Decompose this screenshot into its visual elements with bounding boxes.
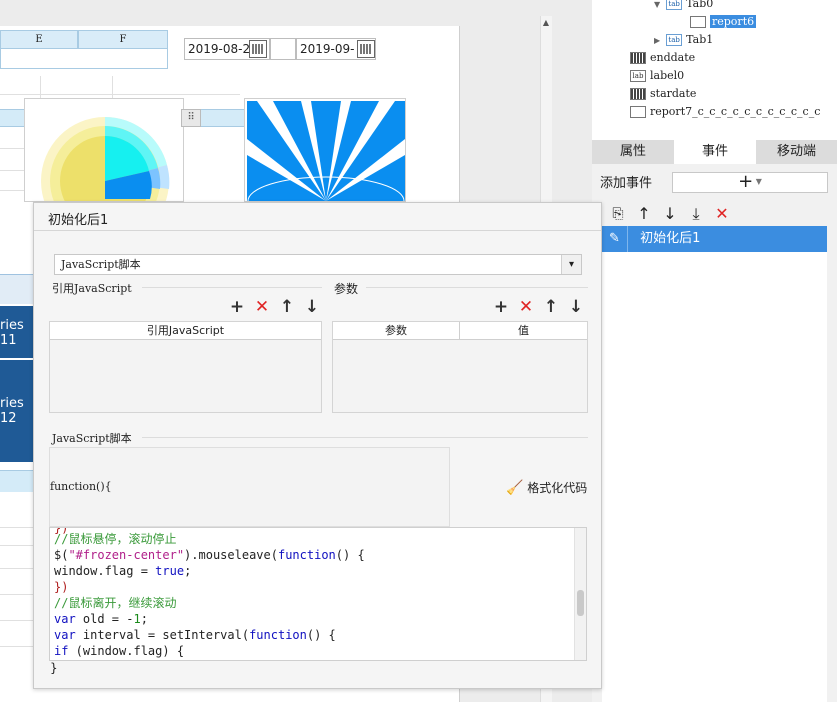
- code-line: //鼠标离开，继续滚动: [54, 596, 177, 610]
- event-dialog: 初始化后1 JavaScript脚本 ▾ 引用JavaScript + ✕ ↑ …: [33, 202, 602, 689]
- code-line: var interval = setInterval(function() {: [54, 628, 336, 642]
- calendar-icon: [630, 52, 646, 64]
- date-separator-box: [270, 38, 296, 60]
- params-table[interactable]: 参数 值: [332, 321, 588, 413]
- event-toolbar: ⎘ ↑ ↓ ⤓ ✕: [592, 202, 837, 226]
- right-panel: ▼ tab Tab0 report6 ▶ tab Tab1 enddate lab lab…: [592, 0, 837, 702]
- dialog-divider: [34, 230, 601, 231]
- tree-item-report7[interactable]: report7_c_c_c_c_c_c_c_c_c_c_c: [630, 103, 820, 121]
- column-header-f[interactable]: F: [78, 30, 168, 49]
- scrollbar-thumb[interactable]: [577, 590, 584, 616]
- component-tree: ▼ tab Tab0 report6 ▶ tab Tab1 enddate lab lab…: [592, 0, 837, 140]
- report-icon: [690, 16, 706, 28]
- calendar-icon[interactable]: [249, 40, 267, 58]
- edit-icon[interactable]: ✎: [602, 226, 628, 252]
- grid-line: [0, 527, 34, 528]
- pie-chart: [41, 116, 170, 201]
- tab-icon: tab: [666, 34, 683, 46]
- editor-scrollbar[interactable]: [574, 528, 586, 660]
- tree-item-tab1[interactable]: ▶ tab Tab1: [654, 31, 713, 49]
- group-line: [142, 287, 322, 288]
- grid-line: [0, 190, 24, 191]
- code-line: var old = -1;: [54, 612, 148, 626]
- code-line: window.flag = true;: [54, 564, 192, 578]
- grid-line: [0, 148, 24, 149]
- canvas-top-margin: [0, 0, 592, 22]
- refs-group-label: 引用JavaScript: [52, 282, 132, 295]
- code-editor[interactable]: }) //鼠标悬停，滚动停止 $("#frozen-center").mouse…: [49, 527, 587, 661]
- series-label-12: ries 12: [0, 360, 34, 462]
- column-header-e[interactable]: E: [0, 30, 78, 49]
- tab-events[interactable]: 事件: [674, 140, 756, 164]
- rays-chart-widget[interactable]: [244, 98, 406, 202]
- params-group-label: 参数: [334, 282, 359, 296]
- panel-tabs: 属性 事件 移动端: [592, 140, 837, 164]
- tree-item-tab0[interactable]: ▼ tab Tab0: [654, 0, 713, 13]
- add-event-dropdown[interactable]: + ▼: [672, 172, 828, 193]
- broom-icon: 🧹: [506, 480, 524, 496]
- label-icon: lab: [630, 70, 646, 82]
- code-line: }): [54, 580, 69, 594]
- code-line: if (window.flag) {: [54, 644, 185, 658]
- move-bottom-icon[interactable]: ⤓: [686, 204, 706, 224]
- calendar-icon[interactable]: [357, 40, 375, 58]
- calendar-icon: [630, 88, 646, 100]
- tree-item-enddate[interactable]: enddate: [630, 49, 695, 67]
- move-up-param-icon[interactable]: ↑: [541, 297, 561, 317]
- code-line: $("#frozen-center").mouseleave(function(…: [54, 548, 365, 562]
- report-icon: [630, 106, 646, 118]
- grid-line: [0, 94, 240, 95]
- tab-mobile[interactable]: 移动端: [756, 140, 837, 164]
- move-down-param-icon[interactable]: ↓: [566, 297, 586, 317]
- drag-handle-icon[interactable]: ⠿: [181, 109, 201, 127]
- tab-properties[interactable]: 属性: [592, 140, 674, 164]
- copy-icon[interactable]: ⎘: [608, 204, 628, 224]
- value-column-header: 值: [460, 322, 587, 340]
- group-line: [142, 437, 588, 438]
- add-param-icon[interactable]: +: [491, 297, 511, 317]
- tree-item-label0[interactable]: lab label0: [630, 67, 684, 85]
- event-item-selected[interactable]: ✎ 初始化后1: [602, 226, 827, 252]
- grid-line: [0, 170, 24, 171]
- delete-param-icon[interactable]: ✕: [516, 297, 536, 317]
- tree-item-report6[interactable]: report6: [690, 13, 757, 31]
- add-ref-icon[interactable]: +: [227, 297, 247, 317]
- refs-table[interactable]: 引用JavaScript: [49, 321, 322, 413]
- code-line: //鼠标悬停，滚动停止: [54, 532, 177, 546]
- function-header: function(){: [50, 480, 112, 493]
- script-group-label: JavaScript脚本: [52, 432, 132, 445]
- row-band: [0, 470, 34, 492]
- tab-icon: tab: [666, 0, 683, 10]
- delete-ref-icon[interactable]: ✕: [252, 297, 272, 317]
- move-down-ref-icon[interactable]: ↓: [302, 297, 322, 317]
- params-column-header: 参数: [333, 322, 460, 340]
- row-band: [0, 274, 34, 304]
- move-down-icon[interactable]: ↓: [660, 204, 680, 224]
- tree-item-stardate[interactable]: stardate: [630, 85, 696, 103]
- event-list: [602, 226, 827, 702]
- scroll-up-icon[interactable]: ▲: [541, 18, 551, 32]
- move-up-icon[interactable]: ↑: [634, 204, 654, 224]
- grid-line: [0, 594, 34, 595]
- rays-chart: [247, 101, 405, 201]
- format-code-button[interactable]: 🧹 格式化代码: [506, 479, 587, 496]
- pie-chart-widget[interactable]: [24, 98, 184, 202]
- group-line: [366, 287, 588, 288]
- dialog-title: 初始化后1: [48, 213, 109, 228]
- chevron-down-icon[interactable]: ▾: [561, 255, 581, 274]
- grid-line: [0, 646, 34, 647]
- script-type-select[interactable]: JavaScript脚本 ▾: [54, 254, 582, 275]
- function-closing: }: [50, 661, 58, 675]
- grid-line: [0, 568, 34, 569]
- header-cell[interactable]: [0, 49, 168, 69]
- add-event-label: 添加事件: [600, 176, 653, 191]
- move-up-ref-icon[interactable]: ↑: [277, 297, 297, 317]
- refs-column-header: 引用JavaScript: [50, 322, 321, 340]
- grid-line: [0, 620, 34, 621]
- grid-line: [0, 545, 34, 546]
- delete-icon[interactable]: ✕: [712, 204, 732, 224]
- series-label-11: ries 11: [0, 306, 34, 358]
